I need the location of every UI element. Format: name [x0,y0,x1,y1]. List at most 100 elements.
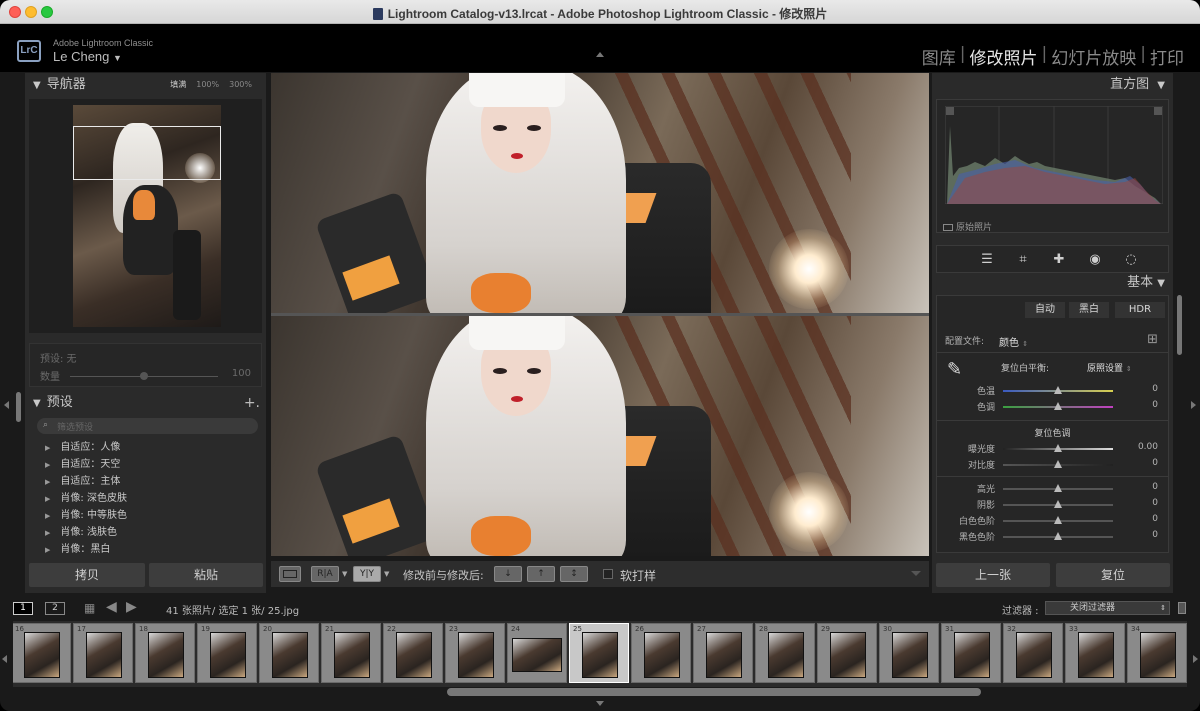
filmstrip-info[interactable]: 41 张照片/ 选定 1 张/ 25.jpg [166,602,299,617]
before-after-lr-button[interactable]: R|A [311,566,339,582]
redeye-icon[interactable]: ◉ [1086,251,1104,269]
loupe-view-button[interactable] [279,566,301,582]
slider-whites[interactable]: 白色色阶 0 [937,514,1168,528]
original-photo-toggle[interactable]: 原始照片 [943,220,992,233]
slider-highlights[interactable]: 高光 0 [937,482,1168,496]
before-after-tb-button[interactable]: Y|Y [353,566,381,582]
collapse-right-arrow-icon[interactable] [1191,401,1196,409]
slider-value[interactable]: 0 [1152,498,1158,508]
filmstrip-thumbnail[interactable]: 18 [135,623,195,683]
filmstrip-right-arrow-icon[interactable] [1193,655,1198,663]
previous-button[interactable]: 上一张 [936,563,1050,587]
collapse-top-arrow-icon[interactable] [596,52,604,57]
navigator-header[interactable]: ▼ 导航器 填满 100% 300% [25,73,266,97]
collapse-left-arrow-icon[interactable] [4,401,9,409]
back-arrow-icon[interactable]: ◀ [106,599,117,615]
zoom-300[interactable]: 300% [229,80,252,89]
amount-slider-knob[interactable] [140,372,148,380]
preset-item[interactable]: ▶ 自适应：人像 [25,439,266,456]
collapse-bottom-arrow-icon[interactable] [596,701,604,706]
filmstrip-thumbnail[interactable]: 20 [259,623,319,683]
preset-search-input[interactable]: ⌕ 筛选预设 [37,418,258,434]
filmstrip-left-arrow-icon[interactable] [2,655,7,663]
heal-icon[interactable]: ✚ [1050,251,1068,269]
module-library[interactable]: 图库 [918,44,960,69]
slider-contrast[interactable]: 对比度 0 [937,458,1168,472]
filmstrip-thumbnail[interactable]: 33 [1065,623,1125,683]
masking-icon[interactable]: ◌ [1122,251,1140,269]
chevron-down-icon[interactable]: ▼ [342,570,347,578]
user-name[interactable]: Le Cheng ▼ [53,49,122,64]
module-print[interactable]: 打印 [1146,44,1188,69]
left-panel-scrollbar[interactable] [16,392,21,422]
filmstrip-thumbnail[interactable]: 29 [817,623,877,683]
navigator-preview[interactable] [29,99,262,333]
zoom-100[interactable]: 100% [196,80,219,89]
reset-tone-label[interactable]: 复位色调 [937,426,1168,439]
filmstrip-thumbnail[interactable]: 34 [1127,623,1187,683]
profile-select[interactable]: 颜色 ⇕ [999,334,1028,349]
slider-knob[interactable] [1054,500,1062,508]
main-window-button[interactable]: 1 [13,602,33,615]
slider-tint[interactable]: 色调 0 [937,400,1168,414]
filmstrip-scrollbar[interactable] [447,688,981,696]
reset-button[interactable]: 复位 [1056,563,1170,587]
sliders-icon[interactable]: ☰ [978,251,996,269]
swap-before-after-button[interactable]: ↕ [560,566,588,582]
filmstrip-thumbnail[interactable]: 16 [13,623,71,683]
copy-after-to-before-button[interactable]: ↑ [527,566,555,582]
secondary-window-button[interactable]: 2 [45,602,65,615]
slider-knob[interactable] [1054,532,1062,540]
filmstrip-thumbnail[interactable]: 23 [445,623,505,683]
filmstrip-thumbnail[interactable]: 22 [383,623,443,683]
slider-value[interactable]: 0 [1152,514,1158,524]
preset-item[interactable]: ▶ 肖像: 中等肤色 [25,507,266,524]
slider-knob[interactable] [1054,516,1062,524]
filmstrip-thumbnail[interactable]: 21 [321,623,381,683]
filter-lock-icon[interactable] [1178,602,1186,614]
after-photo[interactable] [271,316,929,556]
filmstrip-thumbnail[interactable]: 27 [693,623,753,683]
filmstrip-thumbnail[interactable]: 30 [879,623,939,683]
right-panel-scrollbar[interactable] [1177,295,1182,355]
histogram-header[interactable]: 直方图 ▼ [932,73,1173,97]
slider-value[interactable]: 0 [1152,482,1158,492]
histogram[interactable]: 原始照片 [936,99,1169,233]
slider-shadows[interactable]: 阴影 0 [937,498,1168,512]
paste-button[interactable]: 粘贴 [149,563,263,587]
preset-item[interactable]: ▶ 自适应：主体 [25,473,266,490]
filmstrip-thumbnail[interactable]: 25 [569,623,629,683]
slider-knob[interactable] [1054,444,1062,452]
slider-knob[interactable] [1054,484,1062,492]
chevron-down-icon[interactable]: ▼ [384,570,389,578]
slider-value[interactable]: 0 [1152,458,1158,468]
module-slideshow[interactable]: 幻灯片放映 [1047,44,1140,69]
filmstrip-thumbnail[interactable]: 24 [507,623,567,683]
slider-value[interactable]: 0 [1152,384,1158,394]
navigator-viewport-rect[interactable] [73,126,221,180]
bw-button[interactable]: 黑白 [1069,302,1109,318]
before-photo[interactable] [271,73,929,313]
slider-value[interactable]: 0 [1152,400,1158,410]
filmstrip-thumbnail[interactable]: 26 [631,623,691,683]
crop-icon[interactable]: ⌗ [1014,251,1032,269]
slider-exposure[interactable]: 曝光度 0.00 [937,442,1168,456]
preset-item[interactable]: ▶ 肖像: 深色皮肤 [25,490,266,507]
filmstrip-thumbnail[interactable]: 17 [73,623,133,683]
preset-item[interactable]: ▶ 肖像: 浅肤色 [25,524,266,541]
auto-button[interactable]: 自动 [1025,302,1065,318]
slider-knob[interactable] [1054,460,1062,468]
preset-item[interactable]: ▶ 自适应：天空 [25,456,266,473]
grid-icon[interactable]: ▦ [84,601,95,615]
slider-value[interactable]: 0 [1152,530,1158,540]
preset-item[interactable]: ▶ 肖像：黑白 [25,541,266,558]
eyedropper-icon[interactable]: ✎ [947,359,962,380]
wb-select[interactable]: 原照设置 ⇕ [1087,361,1132,374]
filmstrip-thumbnail[interactable]: 19 [197,623,257,683]
filmstrip[interactable]: 16 17 18 19 20 21 22 23 24 25 26 27 28 29 30 31 32 33 34 [13,621,1187,687]
forward-arrow-icon[interactable]: ▶ [126,599,137,615]
basic-header[interactable]: 基本 ▼ [932,273,1173,293]
filmstrip-thumbnail[interactable]: 31 [941,623,1001,683]
presets-header[interactable]: ▼ 预设 +. [25,391,266,415]
filmstrip-thumbnail[interactable]: 32 [1003,623,1063,683]
